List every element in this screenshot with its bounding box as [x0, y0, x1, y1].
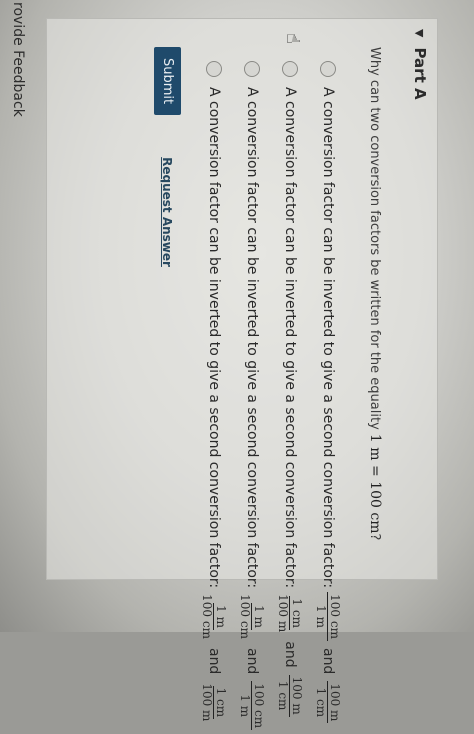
- radio-button[interactable]: [282, 61, 298, 77]
- request-answer-link[interactable]: Request Answer: [161, 157, 175, 267]
- option-text: A conversion factor can be inverted to g…: [206, 87, 222, 589]
- fraction: 100 cm 1 m: [238, 681, 267, 731]
- answer-options: A conversion factor can be inverted to g…: [195, 33, 347, 734]
- option-text: A conversion factor can be inverted to g…: [282, 87, 298, 589]
- fraction: 1 cm 100 m: [200, 683, 229, 722]
- action-bar: Submit Request Answer: [154, 47, 181, 267]
- fraction: 1 cm 100 m: [276, 594, 305, 633]
- radio-button[interactable]: [244, 61, 260, 77]
- triangle-down-icon[interactable]: ▼: [414, 29, 427, 37]
- radio-button[interactable]: [206, 61, 222, 77]
- part-header[interactable]: ▼ Part A: [411, 29, 429, 100]
- option-1[interactable]: A conversion factor can be inverted to g…: [309, 47, 347, 734]
- fraction: 1 m 100 cm: [238, 594, 267, 639]
- option-3[interactable]: A conversion factor can be inverted to g…: [233, 47, 271, 734]
- radio-button[interactable]: [320, 61, 336, 77]
- fraction: 100 m1 cm: [314, 681, 343, 724]
- option-2[interactable]: ☝ A conversion factor can be inverted to…: [271, 33, 309, 734]
- fraction: 100 m1 cm: [276, 674, 305, 717]
- fraction: 1 m 100 cm: [200, 594, 229, 639]
- option-text: A conversion factor can be inverted to g…: [244, 87, 260, 589]
- fraction: 100 cm 1 m: [314, 592, 343, 641]
- question-panel: ▼ Part A Why can two conversion factors …: [46, 18, 438, 731]
- option-4[interactable]: A conversion factor can be inverted to g…: [195, 47, 233, 734]
- question-text: Why can two conversion factors be writte…: [367, 47, 383, 541]
- provide-feedback-link[interactable]: rovide Feedback: [10, 2, 26, 117]
- submit-button[interactable]: Submit: [154, 47, 181, 116]
- hand-pointer-icon: ☝: [282, 33, 303, 44]
- part-title: Part A: [411, 47, 429, 100]
- option-text: A conversion factor can be inverted to g…: [320, 87, 336, 589]
- rotated-screen: ▼ Part A Why can two conversion factors …: [0, 0, 474, 731]
